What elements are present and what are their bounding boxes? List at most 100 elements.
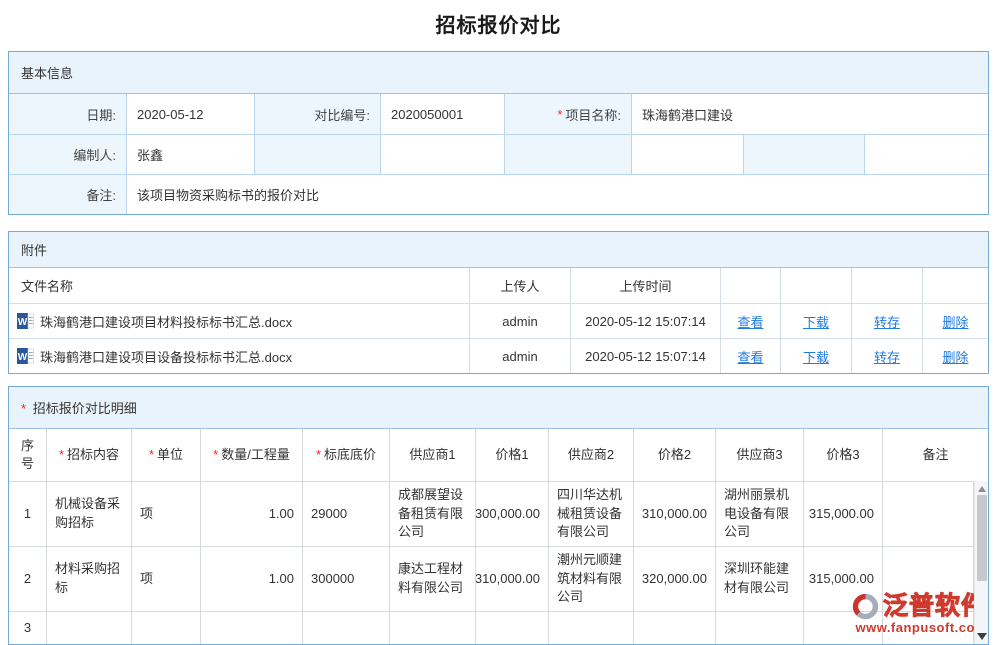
col-action-empty (852, 268, 923, 303)
attachment-row: W 珠海鹤港口建设项目设备投标标书汇总.docx admin 2020-05-1… (9, 338, 988, 373)
file-name-cell: W 珠海鹤港口建设项目材料投标标书汇总.docx (9, 304, 470, 338)
price1: 300,000.00 (476, 482, 549, 546)
seq: 2 (9, 547, 47, 611)
col-file-name: 文件名称 (9, 268, 470, 303)
supplier3: 深圳环能建材有限公司 (716, 547, 804, 611)
basic-info-row-2: 编制人: 张鑫 (9, 134, 988, 174)
col-supplier1: 供应商1 (390, 429, 476, 481)
unit: 项 (132, 547, 201, 611)
detail-row: 1 机械设备采购招标 项 1.00 29000 成都展望设备租赁有限公司 300… (9, 481, 974, 546)
col-content: *招标内容 (47, 429, 132, 481)
page-title: 招标报价对比 (0, 9, 997, 38)
required-mark: * (21, 401, 26, 416)
empty-label-cell (744, 135, 865, 174)
col-action-empty (721, 268, 781, 303)
project-name-label-text: 项目名称: (565, 105, 621, 124)
empty-value-cell (381, 135, 505, 174)
compare-no-value: 2020050001 (381, 94, 505, 134)
col-seq: 序号 (9, 429, 47, 481)
col-base-price: *标底底价 (303, 429, 390, 481)
brand-name: 泛普软件 (883, 594, 987, 619)
detail-section: * 招标报价对比明细 序号 *招标内容 *单位 *数量/工程量 *标底底价 供应… (8, 386, 989, 645)
base-price (303, 612, 390, 644)
scrollbar-thumb[interactable] (977, 495, 987, 581)
remarks-value: 该项目物资采购标书的报价对比 (127, 175, 988, 214)
vertical-scrollbar[interactable] (974, 481, 988, 644)
col-action-empty (781, 268, 852, 303)
seq: 3 (9, 612, 47, 644)
qty: 1.00 (201, 547, 303, 611)
date-label: 日期: (9, 94, 127, 134)
col-price2: 价格2 (634, 429, 716, 481)
unit (132, 612, 201, 644)
detail-section-title: * 招标报价对比明细 (9, 387, 988, 429)
empty-label-cell (505, 135, 632, 174)
remarks-label: 备注: (9, 175, 127, 214)
view-link[interactable]: 查看 (737, 347, 763, 366)
supplier1 (390, 612, 476, 644)
qty (201, 612, 303, 644)
supplier1: 康达工程材料有限公司 (390, 547, 476, 611)
upload-time: 2020-05-12 15:07:14 (571, 304, 721, 338)
vendor-watermark: 泛普软件 www.fanpusoft.com (851, 592, 987, 635)
supplier3 (716, 612, 804, 644)
compare-no-label: 对比编号: (255, 94, 381, 134)
detail-body: 1 机械设备采购招标 项 1.00 29000 成都展望设备租赁有限公司 300… (9, 481, 988, 644)
price2: 310,000.00 (634, 482, 716, 546)
supplier1: 成都展望设备租赁有限公司 (390, 482, 476, 546)
save-as-link[interactable]: 转存 (874, 312, 900, 331)
col-qty: *数量/工程量 (201, 429, 303, 481)
unit: 项 (132, 482, 201, 546)
file-name: 珠海鹤港口建设项目设备投标标书汇总.docx (40, 347, 292, 366)
compiler-value: 张鑫 (127, 135, 255, 174)
basic-info-row-1: 日期: 2020-05-12 对比编号: 2020050001 * 项目名称: … (9, 94, 988, 134)
detail-section-title-text: 招标报价对比明细 (33, 401, 137, 416)
scroll-down-icon[interactable] (977, 633, 987, 640)
col-price1: 价格1 (476, 429, 549, 481)
price3: 315,000.00 (804, 482, 883, 546)
detail-row: 3 (9, 611, 974, 644)
page: { "page_title": "招标报价对比", "required_mark… (0, 9, 997, 635)
download-link[interactable]: 下载 (803, 312, 829, 331)
basic-info-section-title: 基本信息 (9, 52, 988, 94)
col-remark: 备注 (883, 429, 988, 481)
price1 (476, 612, 549, 644)
attachment-row: W 珠海鹤港口建设项目材料投标标书汇总.docx admin 2020-05-1… (9, 303, 988, 338)
empty-label-cell (255, 135, 381, 174)
col-action-empty (923, 268, 988, 303)
base-price: 29000 (303, 482, 390, 546)
supplier2: 潮州元顺建筑材料有限公司 (549, 547, 634, 611)
save-as-link[interactable]: 转存 (874, 347, 900, 366)
required-mark: * (557, 107, 562, 122)
supplier2 (549, 612, 634, 644)
basic-info-section: 基本信息 日期: 2020-05-12 对比编号: 2020050001 * 项… (8, 51, 989, 215)
content: 机械设备采购招标 (47, 482, 132, 546)
base-price: 300000 (303, 547, 390, 611)
qty: 1.00 (201, 482, 303, 546)
file-name: 珠海鹤港口建设项目材料投标标书汇总.docx (40, 312, 292, 331)
project-name-label: * 项目名称: (505, 94, 632, 134)
content (47, 612, 132, 644)
col-unit: *单位 (132, 429, 201, 481)
price1: 310,000.00 (476, 547, 549, 611)
col-supplier3: 供应商3 (716, 429, 804, 481)
delete-link[interactable]: 删除 (942, 312, 968, 331)
view-link[interactable]: 查看 (737, 312, 763, 331)
supplier3: 湖州丽景机电设备有限公司 (716, 482, 804, 546)
brand-url: www.fanpusoft.com (851, 620, 987, 635)
scroll-up-icon[interactable] (978, 486, 986, 492)
uploader: admin (470, 339, 571, 373)
remark (883, 482, 974, 546)
col-price3: 价格3 (804, 429, 883, 481)
svg-text:W: W (18, 352, 28, 363)
word-doc-icon: W (17, 348, 34, 364)
detail-header-row: 序号 *招标内容 *单位 *数量/工程量 *标底底价 供应商1 价格1 供应商2… (9, 429, 988, 481)
compiler-label: 编制人: (9, 135, 127, 174)
download-link[interactable]: 下载 (803, 347, 829, 366)
fanpu-logo-icon (851, 592, 880, 621)
col-supplier2: 供应商2 (549, 429, 634, 481)
word-doc-icon: W (17, 313, 34, 329)
content: 材料采购招标 (47, 547, 132, 611)
date-value: 2020-05-12 (127, 94, 255, 134)
delete-link[interactable]: 删除 (942, 347, 968, 366)
